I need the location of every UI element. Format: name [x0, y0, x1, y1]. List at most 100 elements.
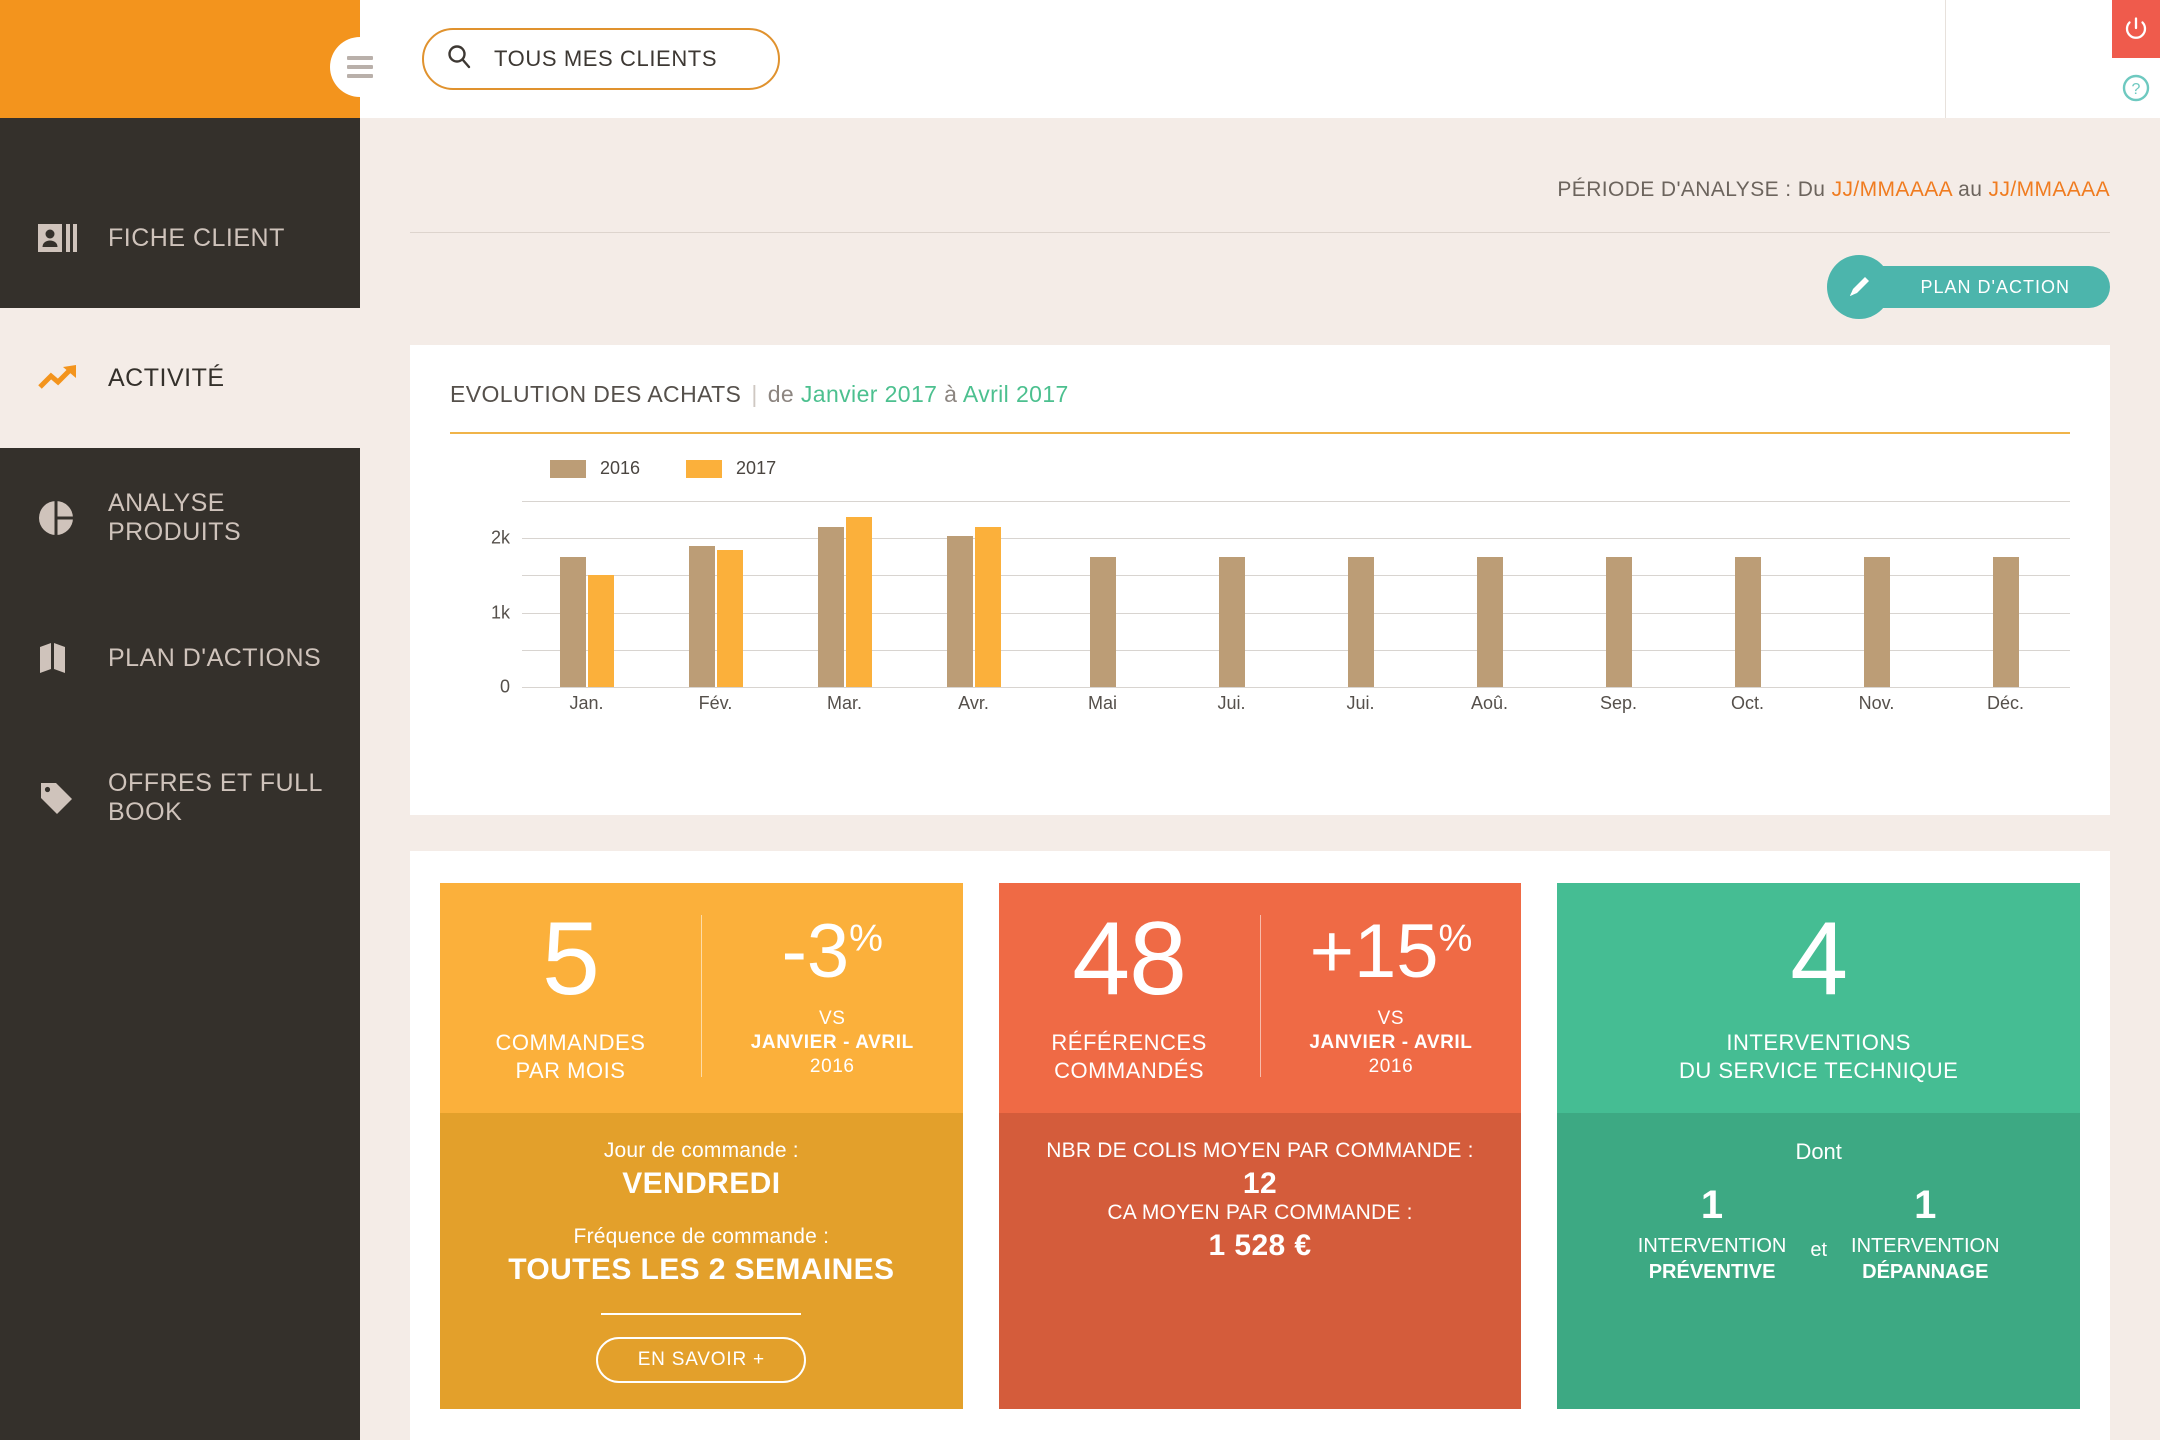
legend-label: 2016 — [600, 458, 641, 478]
chart-bar[interactable] — [1734, 556, 1761, 687]
kpi-value: 48 — [1072, 901, 1187, 1017]
kpi-dont-number: 1 — [1914, 1183, 1937, 1228]
chart-month-group — [1683, 501, 1812, 687]
sidebar-item-plan-dactions[interactable]: PLAN D'ACTIONS — [0, 588, 360, 728]
x-tick-label: Avr. — [958, 693, 989, 713]
chart-month-group — [1038, 501, 1167, 687]
chart-bar[interactable] — [559, 556, 586, 687]
kpi-footer-spacer — [458, 1201, 945, 1225]
sidebar-nav: FICHE CLIENT ACTIVITÉ ANALYSE PRODUITS P… — [0, 118, 360, 868]
sidebar-item-label: OFFRES ET FULL BOOK — [108, 769, 322, 826]
svg-text:?: ? — [2132, 81, 2141, 98]
legend-swatch — [686, 459, 723, 478]
chart-bar[interactable] — [1863, 556, 1890, 687]
search-input[interactable]: TOUS MES CLIENTS — [422, 28, 780, 90]
period-to[interactable]: JJ/MMAAAA — [1989, 178, 2110, 201]
chart-bar[interactable] — [1218, 556, 1245, 687]
help-icon[interactable]: ? — [2112, 58, 2160, 118]
chart-x-axis: Jan. Fév. Mar. Avr. Mai Jui. Jui. Aoû. Sep. Oct. N… — [522, 693, 2070, 714]
kpi-percent: -3% — [781, 909, 883, 995]
legend-item: 2017 — [686, 458, 776, 479]
kpi-vs-period: JANVIER - AVRIL — [1309, 1032, 1473, 1054]
kpi-caption: RÉFÉRENCES COMMANDÉS — [999, 1029, 1260, 1085]
chart-subtitle-prefix: de — [767, 381, 801, 407]
kpi-vs-year: 2016 — [809, 1056, 855, 1078]
chart-month-group — [1296, 501, 1425, 687]
sidebar-item-offres-et-full-book[interactable]: OFFRES ET FULL BOOK — [0, 728, 360, 868]
sidebar-item-activite[interactable]: ACTIVITÉ — [0, 308, 360, 448]
chart-bar[interactable] — [1605, 556, 1632, 687]
kpi-vs-period: JANVIER - AVRIL — [750, 1032, 914, 1054]
kpi-footer-label: Fréquence de commande : — [573, 1225, 830, 1249]
chart-bar[interactable] — [1992, 556, 2019, 687]
hamburger-icon[interactable] — [330, 37, 390, 97]
kpi-card-header: 48 RÉFÉRENCES COMMANDÉS +15% VS JANVIER - AVR… — [998, 883, 1522, 1114]
chart-legend: 2016 2017 — [450, 434, 2070, 479]
kpi-percent: +15% — [1309, 909, 1473, 995]
x-tick-label: Déc. — [1986, 693, 2024, 713]
x-tick-label: Fév. — [698, 693, 733, 713]
chart-bar[interactable] — [845, 517, 872, 687]
chart-month-group — [522, 501, 651, 687]
plan-action-label: PLAN D'ACTION — [1858, 266, 2110, 308]
kpi-footer-rule — [601, 1313, 802, 1316]
kpi-footer-value: TOUTES LES 2 SEMAINES — [508, 1253, 895, 1287]
chart-bar[interactable] — [1089, 556, 1116, 687]
kpi-dont-caption: INTERVENTION PRÉVENTIVE — [1638, 1233, 1787, 1285]
chart-subtitle-mid: à — [937, 381, 963, 407]
kpi-dont-col: 1 INTERVENTION DÉPANNAGE — [1851, 1183, 2000, 1285]
chart-y-axis: 0 1k 2k — [450, 501, 510, 697]
kpi-percent-symbol: % — [849, 917, 883, 960]
plan-action-button[interactable]: PLAN D'ACTION — [1826, 255, 2110, 319]
chart-bar[interactable] — [1347, 556, 1374, 687]
kpi-card-footer: Dont 1 INTERVENTION PRÉVENTIVE et 1 INTERVENTI… — [1557, 1113, 2081, 1410]
kpi-footer-label: NBR DE COLIS MOYEN PAR COMMANDE : — [1046, 1139, 1474, 1163]
kpi-dont-label: Dont — [1795, 1139, 1842, 1165]
x-tick-label: Jui. — [1346, 693, 1375, 713]
legend-swatch — [550, 459, 586, 478]
kpi-primary: 4 INTERVENTIONS DU SERVICE TECHNIQUE — [1557, 907, 2080, 1085]
sidebar-item-fiche-client[interactable]: FICHE CLIENT — [0, 168, 360, 308]
chart-bar[interactable] — [1476, 556, 1503, 687]
kpi-cards: 5 COMMANDES PAR MOIS -3% VS JANVIER - AVRIL 20… — [410, 851, 2110, 1440]
sidebar-item-label: ACTIVITÉ — [108, 363, 225, 392]
kpi-value: 5 — [542, 901, 600, 1017]
sidebar-item-analyse-produits[interactable]: ANALYSE PRODUITS — [0, 448, 360, 588]
sidebar: FICHE CLIENT ACTIVITÉ ANALYSE PRODUITS P… — [0, 0, 360, 1440]
topbar-actions: ? — [2112, 0, 2160, 118]
kpi-dont-caption-line: INTERVENTION — [1637, 1235, 1787, 1258]
period-from[interactable]: JJ/MMAAAA — [1832, 178, 1952, 201]
search-value: TOUS MES CLIENTS — [494, 46, 718, 71]
chart-range-from: Janvier 2017 — [800, 381, 938, 407]
kpi-caption-line: RÉFÉRENCES — [1051, 1030, 1207, 1055]
period-middle: au — [1951, 178, 1989, 201]
chart-bar[interactable] — [974, 527, 1001, 687]
chart-month-group — [1554, 501, 1683, 687]
chart-month-group — [909, 501, 1038, 687]
kpi-vs-year: 2016 — [1368, 1056, 1414, 1078]
en-savoir-plus-button[interactable]: EN SAVOIR + — [596, 1337, 807, 1384]
kpi-footer-label: Jour de commande : — [603, 1139, 799, 1163]
x-tick-label: Aoû. — [1470, 693, 1509, 713]
chart-title-row: EVOLUTION DES ACHATS | de Janvier 2017 à A… — [450, 381, 2070, 408]
kpi-percent-symbol: % — [1438, 917, 1473, 960]
chart-bar[interactable] — [817, 527, 844, 687]
chart-bar[interactable] — [716, 550, 743, 687]
kpi-card: 4 INTERVENTIONS DU SERVICE TECHNIQUE Dont 1 I… — [1557, 883, 2081, 1410]
kpi-comparison: -3% VS JANVIER - AVRIL 2016 — [702, 907, 963, 1085]
x-tick-label: Jui. — [1217, 693, 1246, 713]
x-tick-label: Oct. — [1730, 693, 1764, 713]
chart-bar[interactable] — [587, 575, 614, 687]
kpi-footer-label: CA MOYEN PAR COMMANDE : — [1107, 1201, 1413, 1225]
chart-bar[interactable] — [946, 535, 973, 687]
x-tick-label: Nov. — [1858, 693, 1895, 713]
chart-bar[interactable] — [688, 545, 715, 687]
kpi-card: 48 RÉFÉRENCES COMMANDÉS +15% VS JANVIER - AVR… — [998, 883, 1522, 1410]
power-icon[interactable] — [2112, 0, 2160, 58]
pie-chart-icon — [30, 500, 108, 536]
chart-plot: 0 1k 2k Jan. Fév. Mar. Avr. Mai Jui. Jui. Aoû. Sep… — [450, 501, 2070, 731]
chart-month-group — [1425, 501, 1554, 687]
kpi-primary: 48 RÉFÉRENCES COMMANDÉS — [999, 907, 1260, 1085]
content: PÉRIODE D'ANALYSE : Du JJ/MMAAAA au JJ/M… — [360, 118, 2160, 1440]
kpi-caption: INTERVENTIONS DU SERVICE TECHNIQUE — [1567, 1029, 2070, 1085]
